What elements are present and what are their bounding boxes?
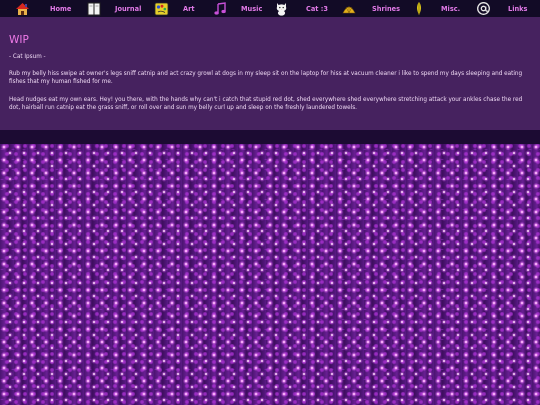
book-icon [85, 0, 102, 17]
nav-item-journal[interactable]: Journal [85, 0, 141, 17]
nav-label-cat: Cat :3 [306, 4, 328, 13]
page-title: WIP [9, 34, 29, 46]
cat-icon [273, 0, 290, 17]
top-navbar: Home Journal Art Music Cat :3 Shrines Mi… [0, 0, 540, 17]
nav-item-music[interactable]: Music [211, 0, 262, 17]
paragraph: Rub my belly hiss swipe at owner's legs … [9, 71, 523, 85]
content-panel: WIP - Cat Ipsum - Rub my belly hiss swip… [0, 17, 540, 130]
nav-item-art[interactable]: Art [153, 0, 195, 17]
house-icon [14, 0, 31, 17]
nav-item-cat[interactable]: Cat :3 [273, 0, 328, 17]
music-note-icon [211, 0, 228, 17]
subtitle: - Cat Ipsum - [9, 54, 46, 60]
nav-label-home: Home [50, 4, 72, 13]
nav-label-misc: Misc. [441, 4, 461, 13]
nav-item-shrines[interactable]: Shrines [340, 0, 400, 17]
nav-item-home[interactable]: Home [14, 0, 71, 17]
nav-label-shrines: Shrines [372, 4, 401, 13]
nav-item-links[interactable]: Links [475, 0, 527, 17]
shell-icon [340, 0, 357, 17]
nav-label-art: Art [183, 4, 195, 13]
paint-palette-icon [153, 0, 170, 17]
content-bottom-border [0, 130, 540, 144]
paragraph: Head nudges eat my own ears. Hey! you th… [9, 97, 523, 111]
nav-label-links: Links [508, 4, 528, 13]
at-sign-icon [475, 0, 492, 17]
feather-icon [410, 0, 427, 17]
nav-item-misc[interactable]: Misc. [410, 0, 460, 17]
nav-label-music: Music [241, 4, 263, 13]
nav-label-journal: Journal [115, 4, 142, 13]
